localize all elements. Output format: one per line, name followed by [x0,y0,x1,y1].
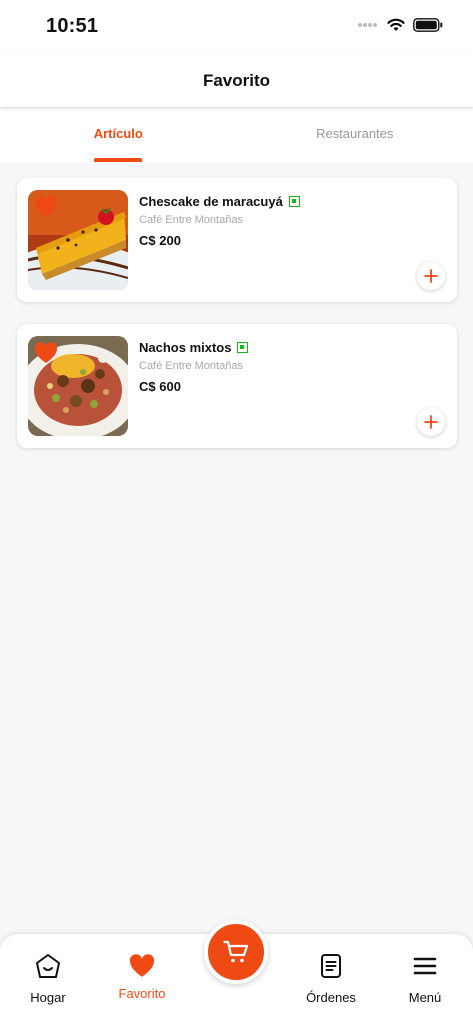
nav-orders[interactable]: Órdenes [284,934,378,1024]
status-time: 10:51 [46,15,99,37]
home-icon [35,952,61,980]
tab-bar: Artículo Restaurantes [0,108,473,162]
nachos-photo [28,336,128,436]
nav-menu-label: Menú [408,990,442,1005]
app-header: Favorito [0,55,473,107]
item-restaurant: Café Entre Montañas [139,360,243,372]
favorites-list: Chescake de maracuyá Café Entre Montañas… [17,178,457,470]
nav-menu[interactable]: Menú [378,934,472,1024]
battery-icon [413,18,443,32]
status-icons [357,18,443,32]
cart-button[interactable] [204,920,268,984]
item-price: C$ 600 [139,379,181,394]
cheesecake-photo [28,190,128,290]
add-to-cart-button[interactable] [417,262,445,290]
document-icon [320,952,342,980]
favorite-item-card[interactable]: Chescake de maracuyá Café Entre Montañas… [17,178,457,302]
veg-indicator-icon [288,196,300,207]
favorite-heart-icon[interactable] [34,342,58,364]
veg-indicator-icon [237,342,249,353]
cart-icon [223,940,249,963]
item-name: Nachos mixtos [139,340,232,355]
wifi-icon [387,18,405,31]
signal-icon [358,23,377,27]
hamburger-icon [413,952,437,980]
item-price: C$ 200 [139,233,181,248]
nav-home-label: Hogar [30,990,66,1005]
tab-articulo[interactable]: Artículo [0,108,237,162]
add-to-cart-button[interactable] [417,408,445,436]
plus-icon [424,415,438,429]
item-restaurant: Café Entre Montañas [139,214,243,226]
tab-restaurantes-label: Restaurantes [316,125,394,141]
status-bar: 10:51 [0,0,473,55]
nav-favorite[interactable]: Favorito [95,934,189,1024]
item-name-row: Chescake de maracuyá [139,194,300,209]
nav-favorite-label: Favorito [118,986,166,1001]
tab-articulo-label: Artículo [93,125,143,141]
nav-home[interactable]: Hogar [1,934,95,1024]
item-name: Chescake de maracuyá [139,194,283,209]
tab-restaurantes[interactable]: Restaurantes [237,108,473,162]
plus-icon [424,269,438,283]
favorite-item-card[interactable]: Nachos mixtos Café Entre Montañas C$ 600 [17,324,457,448]
heart-icon [129,952,155,980]
favorite-heart-icon[interactable] [34,196,58,218]
page-title: Favorito [202,71,271,90]
item-name-row: Nachos mixtos [139,340,249,355]
active-tab-indicator [94,158,143,162]
nav-orders-label: Órdenes [306,990,356,1005]
